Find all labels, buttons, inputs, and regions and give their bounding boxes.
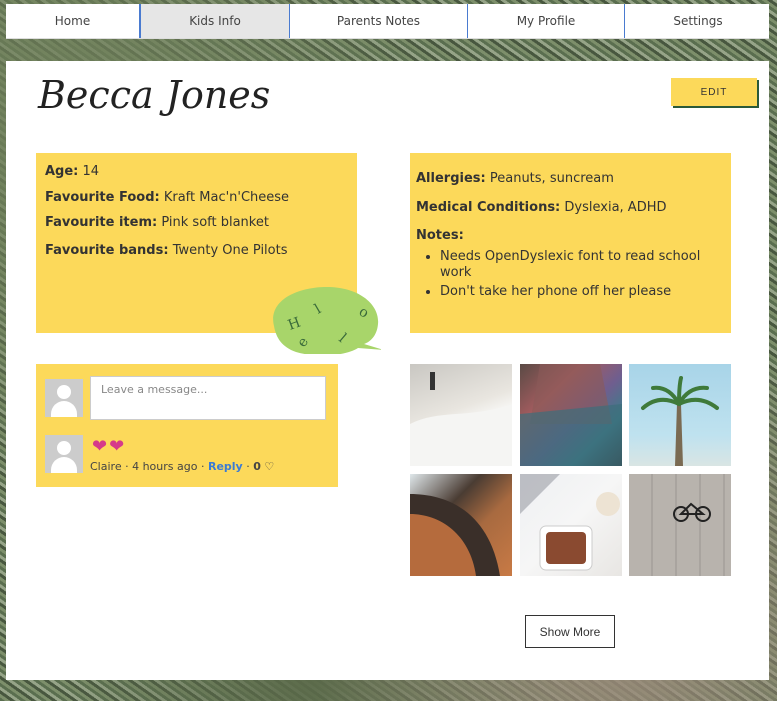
list-item: Needs OpenDyslexic font to read school w… xyxy=(440,249,720,281)
bands-value: Twenty One Pilots xyxy=(172,243,288,258)
top-nav: Home Kids Info Parents Notes My Profile … xyxy=(6,4,769,39)
heart-icon: ❤❤ xyxy=(92,436,127,457)
avatar xyxy=(45,379,83,417)
age-value: 14 xyxy=(82,164,100,179)
comment-panel: Leave a message... ❤❤ Claire · 4 hours a… xyxy=(36,364,338,487)
architecture-photo[interactable] xyxy=(410,474,512,576)
message-input[interactable]: Leave a message... xyxy=(90,376,326,420)
medical-label: Medical Conditions: xyxy=(416,200,561,215)
nav-my-profile[interactable]: My Profile xyxy=(468,4,625,38)
hello-speech-bubble: H e l l o xyxy=(273,286,381,354)
food-value: Kraft Mac'n'Cheese xyxy=(163,190,290,205)
food-label: Favourite Food: xyxy=(45,190,160,205)
avatar xyxy=(45,435,83,473)
allergies-row: Allergies: Peanuts, suncream xyxy=(416,171,614,186)
age-row: Age: 14 xyxy=(45,164,99,179)
food-row: Favourite Food: Kraft Mac'n'Cheese xyxy=(45,190,289,205)
item-row: Favourite item: Pink soft blanket xyxy=(45,215,269,230)
like-count: 0 xyxy=(253,460,261,473)
page-title: Becca Jones xyxy=(38,73,271,117)
medical-value: Dyslexia, ADHD xyxy=(564,200,667,215)
notes-label: Notes: xyxy=(416,228,464,243)
comment-author: Claire xyxy=(90,460,122,473)
nav-settings[interactable]: Settings xyxy=(625,4,771,38)
bicycle-photo[interactable] xyxy=(629,474,731,576)
bands-row: Favourite bands: Twenty One Pilots xyxy=(45,243,288,258)
allergies-label: Allergies: xyxy=(416,171,486,186)
health-info-panel: Allergies: Peanuts, suncream Medical Con… xyxy=(410,153,731,333)
reply-link[interactable]: Reply xyxy=(208,460,243,473)
beach-walk-photo[interactable] xyxy=(410,364,512,466)
age-label: Age: xyxy=(45,164,79,179)
list-item: Don't take her phone off her please xyxy=(440,284,720,300)
comment-time: 4 hours ago xyxy=(132,460,198,473)
scarf-portrait-photo[interactable] xyxy=(520,364,622,466)
notes-heading: Notes: xyxy=(416,228,464,243)
edit-button[interactable]: EDIT xyxy=(671,78,757,106)
item-label: Favourite item: xyxy=(45,215,158,230)
notes-list: Needs OpenDyslexic font to read school w… xyxy=(416,249,720,303)
palm-tree-photo[interactable] xyxy=(629,364,731,466)
item-value: Pink soft blanket xyxy=(161,215,269,230)
photo-gallery xyxy=(410,364,731,576)
nav-home[interactable]: Home xyxy=(6,4,140,38)
heart-outline-icon[interactable]: ♡ xyxy=(264,460,274,473)
profile-card: Becca Jones EDIT Age: 14 Favourite Food:… xyxy=(6,61,769,680)
comment-meta: Claire · 4 hours ago · Reply · 0 ♡ xyxy=(90,460,275,473)
food-bowl-photo[interactable] xyxy=(520,474,622,576)
nav-kids-info[interactable]: Kids Info xyxy=(140,4,290,38)
bands-label: Favourite bands: xyxy=(45,243,169,258)
allergies-value: Peanuts, suncream xyxy=(489,171,614,186)
medical-row: Medical Conditions: Dyslexia, ADHD xyxy=(416,200,667,215)
nav-parents-notes[interactable]: Parents Notes xyxy=(290,4,468,38)
show-more-button[interactable]: Show More xyxy=(525,615,615,648)
